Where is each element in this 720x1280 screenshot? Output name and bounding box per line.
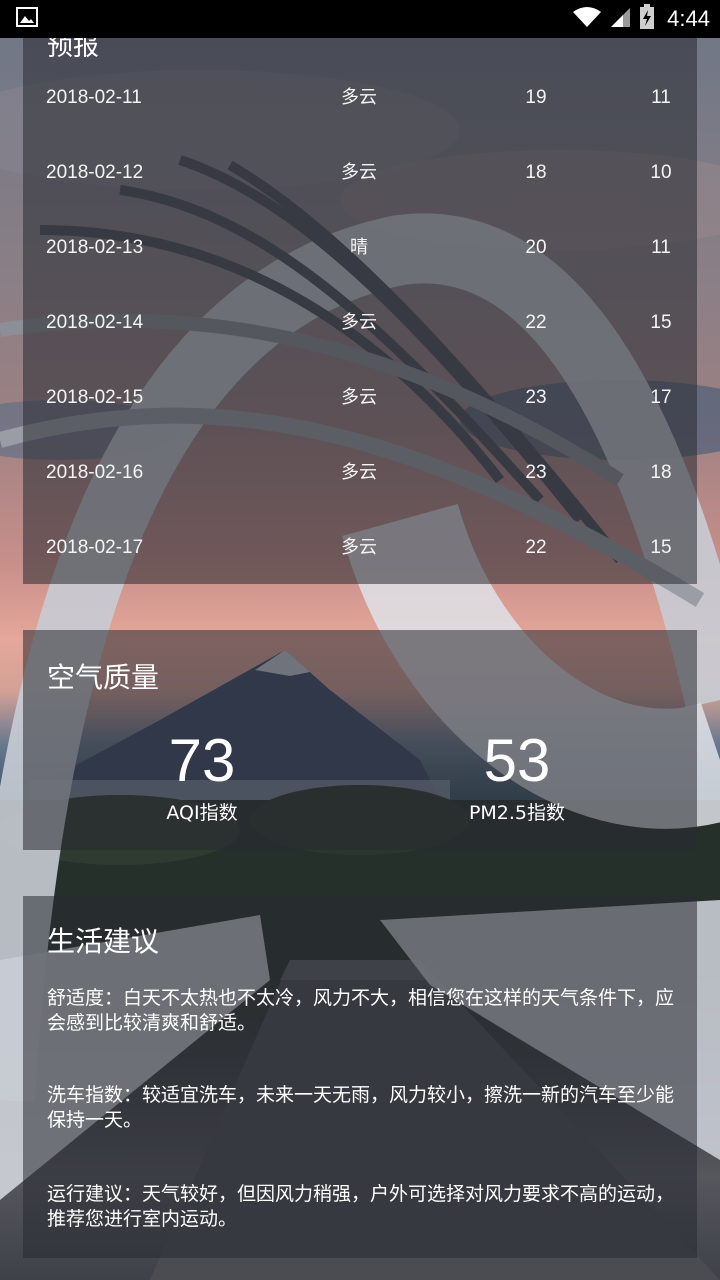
sport-suggestion: 运行建议：天气较好，但因风力稍强，户外可选择对风力要求不高的运动，推荐您进行室内… [47,1183,675,1230]
forecast-date: 2018-02-14 [46,312,144,333]
forecast-panel[interactable]: 预报 2018-02-11 多云 19 11 2018-02-12 多云 18 … [23,32,697,584]
forecast-min-temp: 11 [651,87,671,108]
aqi-title: 空气质量 [47,661,160,694]
car-wash-suggestion: 洗车指数：较适宜洗车，未来一天无雨，风力较小，擦洗一新的汽车至少能保持一天。 [47,1084,675,1131]
suggestion-title: 生活建议 [47,925,160,958]
forecast-min-temp: 15 [650,537,672,558]
forecast-min-temp: 11 [651,237,671,258]
forecast-date: 2018-02-13 [46,237,144,258]
forecast-date: 2018-02-12 [46,162,144,183]
forecast-min-temp: 15 [650,312,672,333]
forecast-max-temp: 22 [525,312,547,333]
forecast-min-temp: 17 [650,387,672,408]
forecast-max-temp: 19 [525,87,547,108]
status-bar: 4:44 [0,0,720,38]
pm25-index: 53 PM2.5指数 [437,726,597,825]
forecast-condition: 多云 [341,162,377,183]
suggestion-panel: 生活建议 舒适度：白天不太热也不太冷，风力不大，相信您在这样的天气条件下，应会感… [23,896,697,1258]
comfort-suggestion: 舒适度：白天不太热也不太冷，风力不大，相信您在这样的天气条件下，应会感到比较清爽… [47,987,675,1034]
forecast-condition: 晴 [350,237,368,258]
forecast-row: 2018-02-16 多云 23 18 [23,453,697,493]
forecast-min-temp: 10 [650,162,672,183]
forecast-max-temp: 22 [525,537,547,558]
forecast-date: 2018-02-15 [46,387,144,408]
forecast-row: 2018-02-11 多云 19 11 [23,78,697,118]
forecast-row: 2018-02-15 多云 23 17 [23,378,697,418]
forecast-condition: 多云 [341,537,377,558]
forecast-condition: 多云 [341,462,377,483]
forecast-condition: 多云 [341,312,377,333]
forecast-date: 2018-02-16 [46,462,144,483]
forecast-date: 2018-02-11 [46,87,142,108]
wifi-icon [573,6,602,32]
forecast-min-temp: 18 [650,462,672,483]
pm25-label: PM2.5指数 [468,802,566,824]
forecast-condition: 多云 [341,87,377,108]
forecast-max-temp: 20 [525,237,547,258]
aqi-label: AQI指数 [166,802,238,824]
pm25-value: 53 [483,727,551,794]
aqi-value: 73 [168,727,236,794]
forecast-max-temp: 18 [525,162,547,183]
aqi-panel: 空气质量 73 AQI指数 53 PM2.5指数 [23,630,697,850]
forecast-row: 2018-02-14 多云 22 15 [23,303,697,343]
forecast-date: 2018-02-17 [46,537,144,558]
forecast-row: 2018-02-13 晴 20 11 [23,228,697,268]
forecast-condition: 多云 [341,387,377,408]
forecast-row: 2018-02-17 多云 22 15 [23,528,697,568]
status-time: 4:44 [667,6,710,31]
battery-icon [639,4,655,34]
forecast-max-temp: 23 [525,462,547,483]
forecast-max-temp: 23 [525,387,547,408]
aqi-index: 73 AQI指数 [122,726,282,825]
forecast-row: 2018-02-12 多云 18 10 [23,153,697,193]
image-icon [16,7,38,31]
signal-icon [609,6,631,32]
